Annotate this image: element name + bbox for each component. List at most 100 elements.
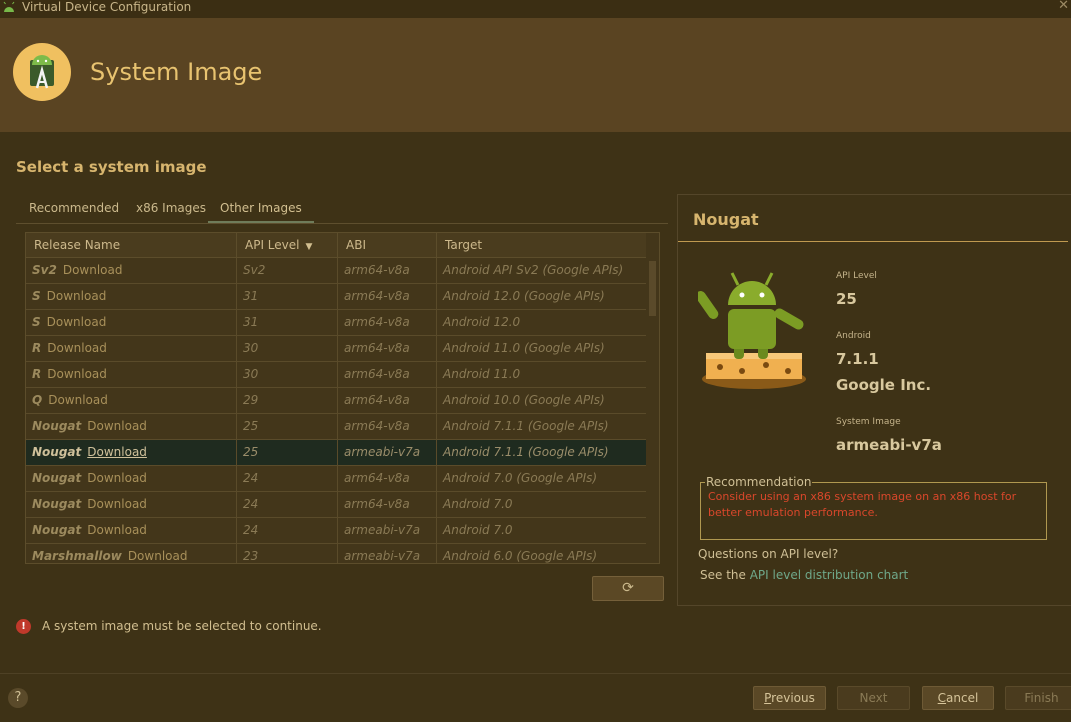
release-name: S [32, 315, 41, 329]
api-level-cell: 25 [237, 440, 338, 465]
image-details-panel: Nougat API Level 25 Android 7.1.1 Google… [677, 194, 1071, 606]
finish-button[interactable]: Finish [1005, 686, 1071, 710]
download-link[interactable]: Download [47, 289, 107, 303]
release-name: R [32, 367, 42, 381]
abi-cell: arm64-v8a [338, 466, 437, 491]
details-title: Nougat [693, 210, 759, 229]
android-icon [3, 1, 15, 12]
abi-cell: arm64-v8a [338, 492, 437, 517]
table-row[interactable]: Nougat Download 24 armeabi-v7a Android 7.0 [26, 518, 646, 544]
table-row[interactable]: Nougat Download 25 arm64-v8a Android 7.1.1 (… [26, 414, 646, 440]
details-divider [678, 241, 1068, 242]
column-header-api-level[interactable]: API Level ▼ [237, 233, 338, 257]
tab-divider [16, 223, 668, 224]
column-header-release-name[interactable]: Release Name [26, 233, 237, 257]
download-link[interactable]: Download [87, 419, 147, 433]
download-link[interactable]: Download [47, 341, 107, 355]
table-row[interactable]: R Download 30 arm64-v8a Android 11.0 (Google… [26, 336, 646, 362]
target-cell: Android 7.1.1 (Google APIs) [443, 445, 609, 459]
table-row[interactable]: Nougat Download 25 armeabi-v7a Android 7.1.1… [26, 440, 646, 466]
system-image-table: Release Name API Level ▼ ABI Target Sv2 Do… [25, 232, 660, 564]
scrollbar-thumb[interactable] [649, 261, 656, 316]
download-link[interactable]: Download [47, 367, 107, 381]
release-name: S [32, 289, 41, 303]
page-title: System Image [90, 58, 263, 86]
api-level-value: 25 [836, 290, 857, 308]
api-level-cell: 31 [237, 284, 338, 309]
table-row[interactable]: Nougat Download 24 arm64-v8a Android 7.0 [26, 492, 646, 518]
download-link[interactable]: Download [48, 393, 108, 407]
release-name: Sv2 [32, 263, 57, 277]
download-link[interactable]: Download [128, 549, 188, 563]
target-cell: Android 11.0 [443, 367, 521, 381]
download-link[interactable]: Download [87, 523, 147, 537]
table-row[interactable]: R Download 30 arm64-v8a Android 11.0 [26, 362, 646, 388]
api-level-cell: Sv2 [237, 258, 338, 283]
cancel-button[interactable]: Cancel [922, 686, 994, 710]
release-name-cell: R Download [26, 362, 237, 387]
refresh-button[interactable]: ⟳ [592, 576, 664, 601]
tab-recommended[interactable]: Recommended [17, 196, 131, 224]
release-name: Nougat [32, 419, 82, 433]
column-header-target[interactable]: Target [437, 233, 646, 257]
section-title: Select a system image [16, 158, 207, 176]
release-name: Q [32, 393, 43, 407]
api-level-cell: 29 [237, 388, 338, 413]
release-name: Marshmallow [32, 549, 122, 563]
window-title: Virtual Device Configuration [22, 0, 192, 14]
release-name: Nougat [32, 471, 82, 485]
target-cell: Android API Sv2 (Google APIs) [443, 263, 624, 277]
table-row[interactable]: Nougat Download 24 arm64-v8a Android 7.0 (Go… [26, 466, 646, 492]
table-header: Release Name API Level ▼ ABI Target [26, 233, 646, 258]
download-link[interactable]: Download [87, 497, 147, 511]
table-row[interactable]: Q Download 29 arm64-v8a Android 10.0 (Google… [26, 388, 646, 414]
see-prefix: See the [700, 568, 750, 582]
next-button[interactable]: Next [837, 686, 910, 710]
table-row[interactable]: S Download 31 arm64-v8a Android 12.0 (Google… [26, 284, 646, 310]
help-button[interactable]: ? [8, 688, 28, 708]
android-version-value: 7.1.1 [836, 350, 879, 368]
release-name-cell: Sv2 Download [26, 258, 237, 283]
abi-cell: arm64-v8a [338, 414, 437, 439]
android-studio-logo [13, 43, 71, 101]
release-name-cell: Marshmallow Download [26, 544, 237, 563]
close-icon[interactable]: ✕ [1058, 0, 1069, 13]
target-cell: Android 7.1.1 (Google APIs) [443, 419, 609, 433]
abi-cell: arm64-v8a [338, 388, 437, 413]
download-link[interactable]: Download [87, 445, 147, 459]
previous-label: revious [771, 691, 815, 705]
api-level-cell: 24 [237, 466, 338, 491]
download-link[interactable]: Download [87, 471, 147, 485]
column-label: Target [445, 238, 483, 252]
tab-other-images[interactable]: Other Images [208, 196, 314, 224]
vertical-scrollbar[interactable] [647, 258, 658, 563]
api-level-cell: 31 [237, 310, 338, 335]
abi-cell: armeabi-v7a [338, 440, 437, 465]
api-level-label: API Level [836, 271, 877, 281]
release-name: Nougat [32, 445, 82, 459]
column-label: API Level [245, 238, 300, 252]
table-row[interactable]: Marshmallow Download 23 armeabi-v7a Android … [26, 544, 646, 563]
tab-x86-images[interactable]: x86 Images [124, 196, 218, 224]
column-header-abi[interactable]: ABI [338, 233, 437, 257]
recommendation-box: Recommendation Consider using an x86 sys… [700, 475, 1047, 540]
previous-button[interactable]: Previous [753, 686, 826, 710]
table-body: Sv2 Download Sv2 arm64-v8a Android API Sv2 (… [26, 258, 646, 563]
api-level-cell: 25 [237, 414, 338, 439]
api-level-cell: 30 [237, 336, 338, 361]
target-cell: Android 12.0 [443, 315, 521, 329]
api-level-chart-link[interactable]: API level distribution chart [750, 568, 909, 582]
abi-cell: arm64-v8a [338, 362, 437, 387]
release-name-cell: Nougat Download [26, 466, 237, 491]
download-link[interactable]: Download [63, 263, 123, 277]
download-link[interactable]: Download [47, 315, 107, 329]
table-row[interactable]: Sv2 Download Sv2 arm64-v8a Android API Sv2 (… [26, 258, 646, 284]
footer-divider [0, 673, 1071, 674]
wizard-header: System Image [0, 18, 1071, 132]
target-cell: Android 7.0 (Google APIs) [443, 471, 598, 485]
abi-cell: arm64-v8a [338, 258, 437, 283]
refresh-icon: ⟳ [622, 580, 634, 596]
nougat-android-image [698, 272, 806, 389]
table-row[interactable]: S Download 31 arm64-v8a Android 12.0 [26, 310, 646, 336]
error-icon: ! [16, 619, 31, 634]
